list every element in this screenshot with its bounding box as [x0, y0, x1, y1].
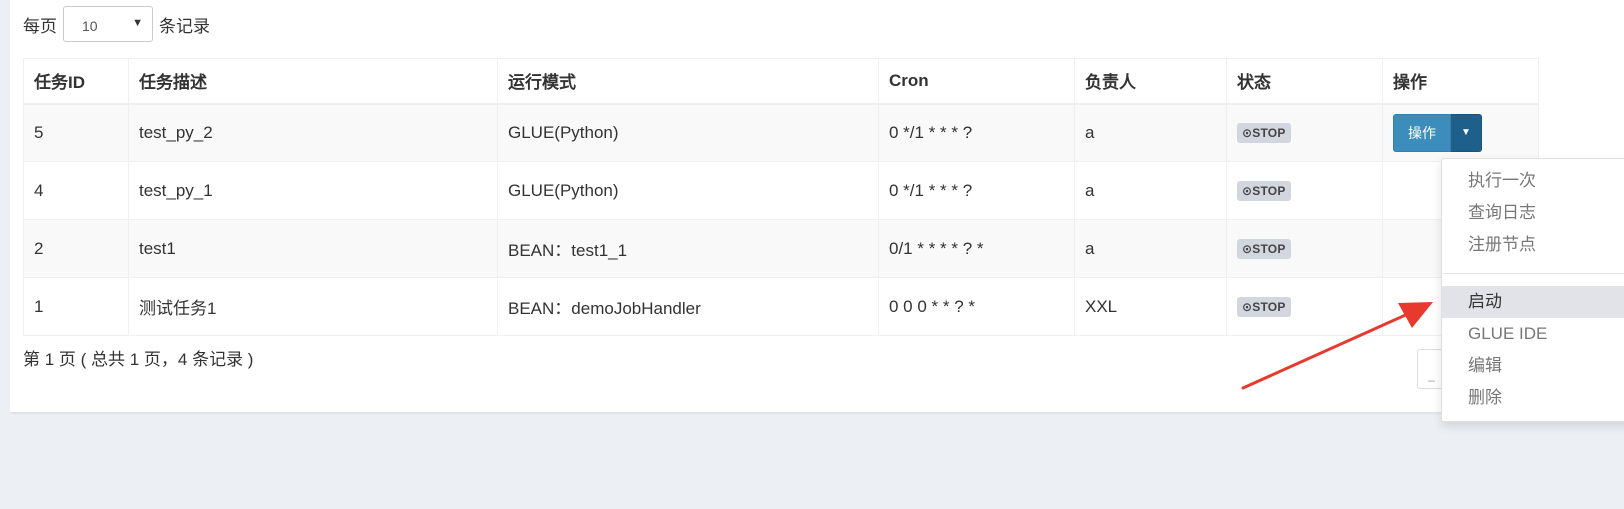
table-row: 4 test_py_1 GLUE(Python) 0 */1 * * * ? a…	[23, 161, 1539, 220]
menu-item-registry-nodes[interactable]: 注册节点	[1442, 229, 1624, 261]
cell-id: 4	[23, 161, 129, 220]
stop-circle-icon: ⊙	[1242, 126, 1253, 141]
cell-owner: XXL	[1074, 277, 1227, 336]
cell-mode: BEAN：test1_1	[497, 219, 879, 278]
menu-item-edit[interactable]: 编辑	[1442, 350, 1624, 382]
status-badge: ⊙STOP	[1237, 181, 1291, 201]
menu-item-glue-ide[interactable]: GLUE IDE	[1442, 318, 1624, 350]
cell-cron: 0 */1 * * * ?	[878, 103, 1075, 162]
table-row: 1 测试任务1 BEAN：demoJobHandler 0 0 0 * * ? …	[23, 277, 1539, 336]
cell-desc: 测试任务1	[128, 277, 498, 336]
length-suffix: 条记录	[159, 16, 210, 36]
cell-status: ⊙STOP	[1226, 103, 1383, 162]
cell-status: ⊙STOP	[1226, 161, 1383, 220]
status-text: STOP	[1252, 126, 1286, 141]
cell-status: ⊙STOP	[1226, 277, 1383, 336]
col-header-id[interactable]: 任务ID	[23, 58, 129, 105]
caret-down-icon[interactable]: ▼	[1451, 113, 1482, 152]
status-text: STOP	[1252, 242, 1286, 256]
menu-divider	[1442, 273, 1624, 274]
stop-circle-icon: ⊙	[1242, 300, 1253, 314]
page-length-select[interactable]: 10 ▼	[63, 6, 153, 42]
status-badge: ⊙STOP	[1237, 239, 1291, 259]
action-button-group: 操作 ▼	[1393, 113, 1482, 152]
menu-item-start[interactable]: 启动	[1442, 286, 1624, 318]
cell-owner: a	[1074, 103, 1227, 162]
cell-cron: 0/1 * * * * ? *	[878, 219, 1075, 278]
action-dropdown-menu: 执行一次 查询日志 注册节点 启动 GLUE IDE 编辑 删除	[1441, 158, 1624, 422]
cell-mode: GLUE(Python)	[497, 161, 879, 220]
cell-desc: test1	[128, 219, 498, 278]
page-length-value: 10	[82, 18, 98, 34]
col-header-desc[interactable]: 任务描述	[128, 58, 498, 105]
col-header-action: 操作	[1382, 58, 1539, 105]
col-header-owner[interactable]: 负责人	[1074, 58, 1227, 105]
menu-item-query-log[interactable]: 查询日志	[1442, 197, 1624, 229]
cell-id: 5	[23, 103, 129, 162]
stop-circle-icon: ⊙	[1242, 242, 1253, 256]
cell-cron: 0 0 0 * * ? *	[878, 277, 1075, 336]
pager-stub-text: _	[1428, 368, 1435, 382]
cell-action: 操作 ▼	[1382, 103, 1539, 162]
cell-cron: 0 */1 * * * ?	[878, 161, 1075, 220]
table-header-row: 任务ID 任务描述 运行模式 Cron 负责人 状态 操作	[23, 58, 1539, 105]
table-row: 2 test1 BEAN：test1_1 0/1 * * * * ? * a ⊙…	[23, 219, 1539, 278]
status-text: STOP	[1252, 184, 1286, 198]
select-arrow-icon: ▼	[132, 17, 143, 29]
status-badge: ⊙STOP	[1237, 123, 1291, 144]
cell-owner: a	[1074, 219, 1227, 278]
status-badge: ⊙STOP	[1237, 297, 1291, 317]
menu-item-delete[interactable]: 删除	[1442, 382, 1624, 414]
job-table: 任务ID 任务描述 运行模式 Cron 负责人 状态 操作 5 test_py_…	[23, 58, 1539, 336]
cell-mode: BEAN：demoJobHandler	[497, 277, 879, 336]
cell-mode: GLUE(Python)	[497, 103, 879, 162]
cell-status: ⊙STOP	[1226, 219, 1383, 278]
pagination-info: 第 1 页 ( 总共 1 页，4 条记录 )	[23, 350, 254, 369]
stop-circle-icon: ⊙	[1242, 184, 1253, 198]
cell-owner: a	[1074, 161, 1227, 220]
action-button[interactable]: 操作	[1393, 113, 1451, 152]
length-prefix: 每页	[23, 16, 57, 36]
status-text: STOP	[1252, 300, 1286, 314]
page-length-control: 每页 10 ▼ 条记录	[23, 6, 210, 42]
col-header-mode[interactable]: 运行模式	[497, 58, 879, 105]
table-row: 5 test_py_2 GLUE(Python) 0 */1 * * * ? a…	[23, 103, 1539, 162]
col-header-cron[interactable]: Cron	[878, 58, 1075, 105]
menu-item-run-once[interactable]: 执行一次	[1442, 165, 1624, 197]
cell-desc: test_py_1	[128, 161, 498, 220]
cell-id: 1	[23, 277, 129, 336]
cell-id: 2	[23, 219, 129, 278]
cell-desc: test_py_2	[128, 103, 498, 162]
col-header-status[interactable]: 状态	[1226, 58, 1383, 105]
